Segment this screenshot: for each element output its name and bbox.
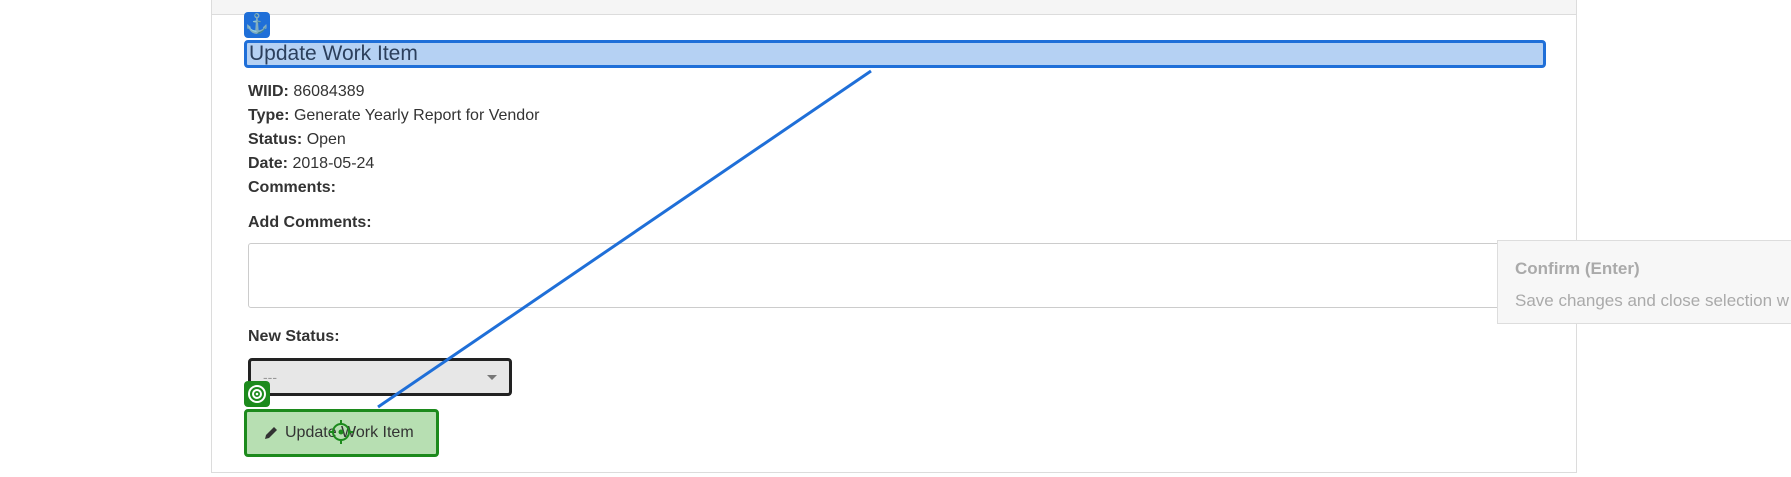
wiid-value: 86084389 <box>293 83 365 100</box>
update-work-item-button[interactable]: Update Work Item <box>244 409 439 457</box>
date-row: Date: 2018-05-24 <box>248 154 374 174</box>
add-comments-textarea[interactable] <box>248 243 1543 308</box>
comments-label: Comments: <box>248 179 337 196</box>
status-label: Status: <box>248 131 303 148</box>
confirm-tooltip: Confirm (Enter) Save changes and close s… <box>1497 240 1791 324</box>
new-status-label: New Status: <box>248 328 340 345</box>
update-work-item-label: Update Work Item <box>285 424 414 441</box>
tooltip-title: Confirm (Enter) <box>1515 259 1640 278</box>
status-row: Status: Open <box>248 130 346 150</box>
page-title: Update Work Item <box>244 40 1546 68</box>
wiid-row: WIID: 86084389 <box>248 82 365 102</box>
pencil-icon <box>265 427 277 439</box>
chevron-down-icon <box>487 375 497 380</box>
date-label: Date: <box>248 155 289 172</box>
target-icon <box>244 381 270 407</box>
date-value: 2018-05-24 <box>292 155 375 172</box>
type-row: Type: Generate Yearly Report for Vendor <box>248 106 539 126</box>
status-value: Open <box>306 131 346 148</box>
form-panel <box>211 0 1577 473</box>
anchor-icon: ⚓ <box>244 12 270 38</box>
wiid-label: WIID: <box>248 83 289 100</box>
add-comments-label: Add Comments: <box>248 214 372 231</box>
comments-row: Comments: <box>248 178 336 198</box>
panel-header-strip <box>212 0 1576 15</box>
type-value: Generate Yearly Report for Vendor <box>293 107 540 124</box>
new-status-select[interactable]: --- <box>248 358 512 396</box>
type-label: Type: <box>248 107 290 124</box>
tooltip-text: Save changes and close selection w <box>1515 291 1790 310</box>
